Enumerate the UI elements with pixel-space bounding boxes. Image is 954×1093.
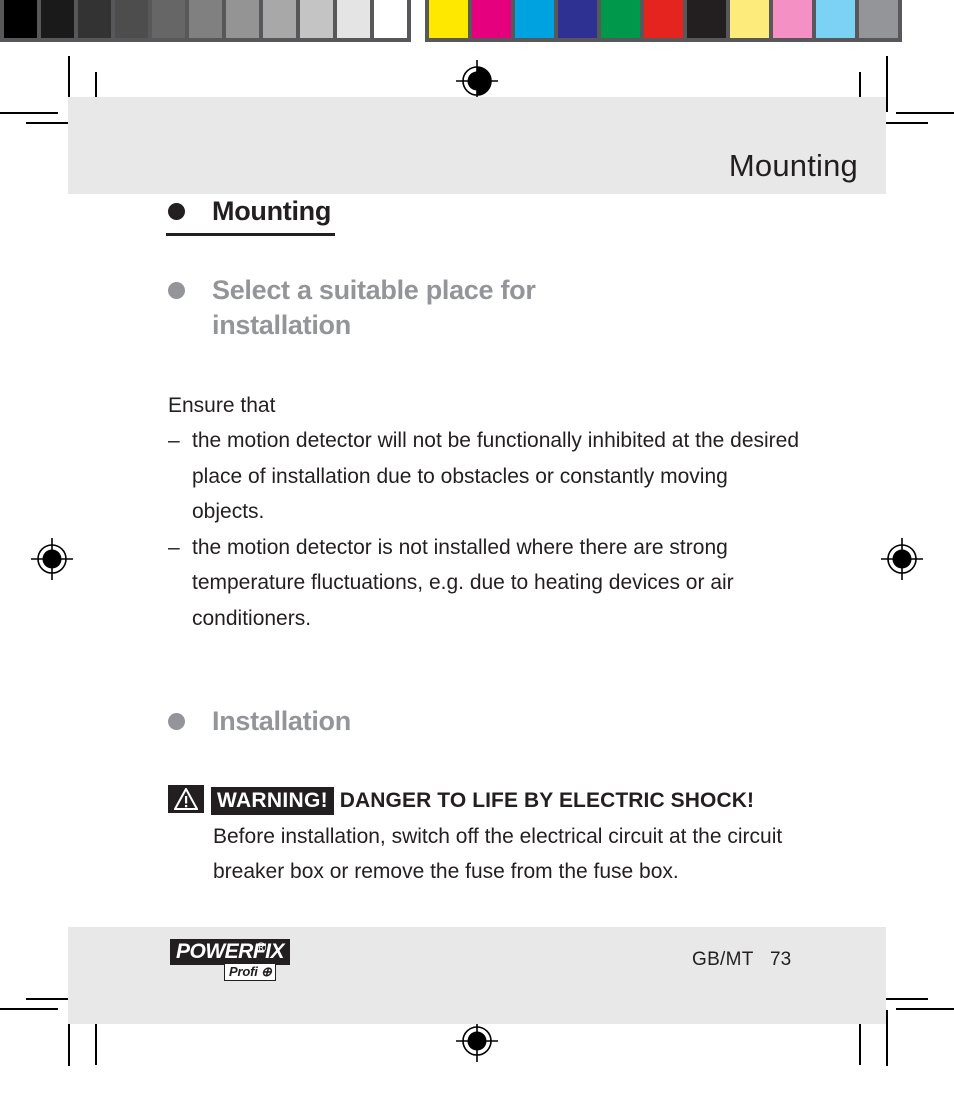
gray-swatch [152, 0, 185, 38]
warning-text: Before installation, switch off the elec… [213, 824, 783, 884]
gray-swatch [41, 0, 74, 38]
bullet-icon [168, 203, 185, 220]
crop-mark-bottom-left-inner [26, 998, 74, 1000]
powerfix-logo-profi-badge: Profi ⊕ [224, 963, 276, 981]
color-swatch [816, 0, 855, 38]
color-swatch [859, 0, 898, 38]
list-item: – the motion detector will not be functi… [0, 423, 954, 530]
color-swatch [773, 0, 812, 38]
gray-swatch [263, 0, 296, 38]
gray-swatch [4, 0, 37, 38]
color-swatch [644, 0, 683, 38]
color-patch-strip [425, 0, 902, 42]
gray-swatch [115, 0, 148, 38]
grayscale-ramp [0, 0, 411, 42]
calibration-gap [411, 0, 425, 42]
bullet-icon [168, 713, 185, 731]
gray-swatch [300, 0, 333, 38]
crop-mark-top-right-inner [880, 122, 928, 124]
color-swatch [601, 0, 640, 38]
color-swatch [730, 0, 769, 38]
warning-tag: WARNING! [211, 787, 334, 815]
crop-mark-top-left-outer [0, 112, 58, 114]
crop-mark-top-left-inner [26, 122, 74, 124]
gray-swatch [226, 0, 259, 38]
section-heading-select-place-label: Select a suitable place for installation [212, 274, 536, 341]
crop-mark-bottom-right-vert-outer [886, 1010, 888, 1066]
section-heading-installation: Installation [0, 704, 954, 740]
running-header-title: Mounting [728, 148, 858, 183]
color-swatch [687, 0, 726, 38]
crop-mark-top-right-vert-outer [886, 56, 888, 112]
crop-mark-top-right-outer [896, 112, 954, 114]
list-item: – the motion detector is not installed w… [0, 530, 954, 637]
section-heading-mounting: Mounting [0, 194, 954, 230]
warning-notice: WARNING! DANGER TO LIFE BY ELECTRIC SHOC… [0, 783, 954, 890]
page-locale-label: GB/MT [692, 949, 754, 970]
print-calibration-bars [0, 0, 954, 42]
color-swatch [515, 0, 554, 38]
intro-paragraph: Ensure that [168, 393, 276, 417]
section-heading-select-place: Select a suitable place for installation [0, 273, 954, 344]
color-swatch [558, 0, 597, 38]
powerfix-logo-wordmark: POWERFIX [170, 939, 291, 965]
page-number: 73 [770, 949, 792, 970]
registered-trademark-icon: ® [256, 939, 267, 955]
gray-swatch [337, 0, 370, 38]
bullet-icon [168, 281, 185, 299]
crop-mark-bottom-right-inner [880, 998, 928, 1000]
color-swatch [429, 0, 468, 38]
crop-mark-bottom-left-outer [0, 1008, 58, 1010]
section-heading-installation-label: Installation [212, 706, 351, 737]
gray-swatch [189, 0, 222, 38]
registration-mark-bottom [454, 1018, 500, 1064]
list-dash: – [168, 429, 180, 453]
page-content: Mounting Select a suitable place for ins… [0, 194, 954, 890]
list-item-text: the motion detector will not be function… [192, 429, 800, 524]
warning-triangle-icon [168, 785, 204, 813]
color-swatch [472, 0, 511, 38]
list-dash: – [168, 535, 180, 559]
warning-title: DANGER TO LIFE BY ELECTRIC SHOCK! [339, 789, 755, 812]
crop-mark-bottom-right-outer [896, 1008, 954, 1010]
heading-underline [166, 232, 336, 236]
list-item-text: the motion detector is not installed whe… [192, 535, 734, 630]
gray-swatch [78, 0, 111, 38]
powerfix-logo: POWERFIX ® Profi ⊕ [170, 939, 295, 985]
gray-swatch [374, 0, 407, 38]
section-heading-mounting-label: Mounting [212, 196, 332, 226]
